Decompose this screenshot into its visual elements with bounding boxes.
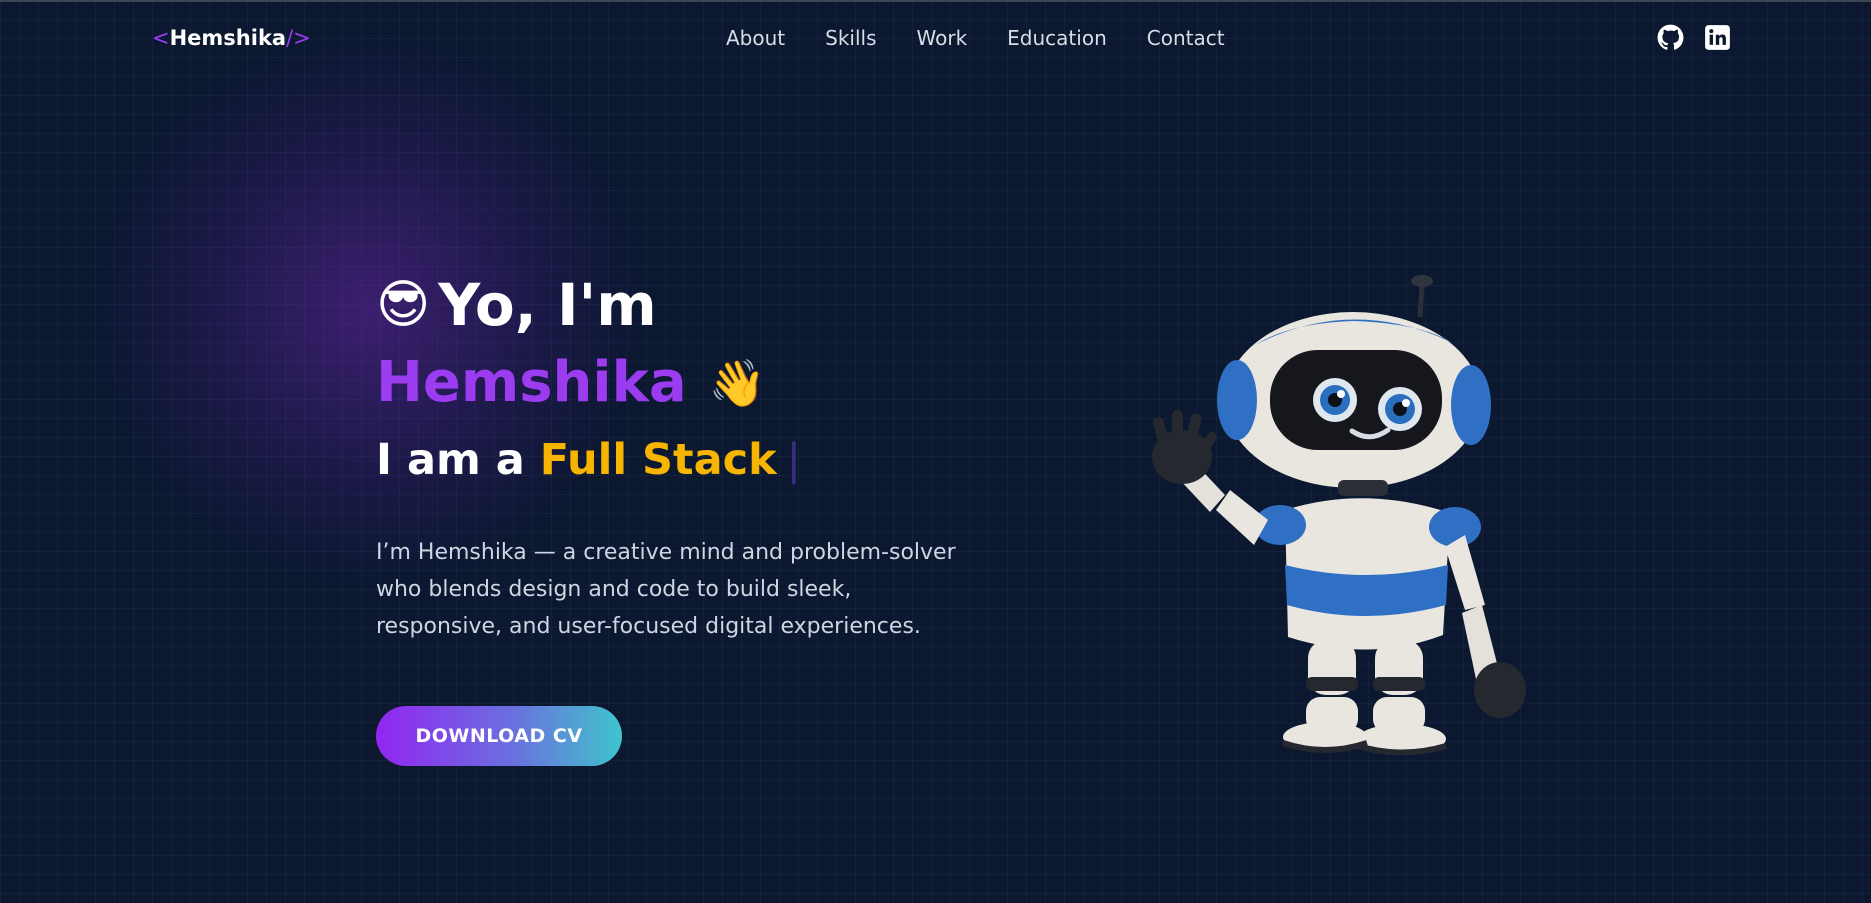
- hero-description: I’m Hemshika — a creative mind and probl…: [376, 540, 956, 639]
- top-nav: <Hemshika/> About Skills Work Education …: [0, 20, 1871, 56]
- hero-name: Hemshika 👋: [376, 346, 976, 420]
- hero-section: 😎 Yo, I'm Hemshika 👋 I am a Full Stack | …: [376, 268, 976, 667]
- social-links: [1657, 24, 1731, 51]
- hero-greeting: 😎 Yo, I'm: [376, 268, 976, 342]
- linkedin-icon[interactable]: [1704, 24, 1731, 51]
- role-prefix: I am a: [376, 435, 540, 485]
- sunglasses-emoji-icon: 😎: [376, 275, 431, 335]
- nav-menu: About Skills Work Education Contact: [726, 26, 1225, 50]
- top-border: [0, 0, 1871, 2]
- typing-cursor: |: [786, 435, 802, 485]
- nav-link-skills[interactable]: Skills: [825, 26, 876, 50]
- download-cv-button[interactable]: DOWNLOAD CV: [376, 706, 622, 766]
- name-text: Hemshika: [376, 350, 687, 415]
- site-logo[interactable]: <Hemshika/>: [152, 26, 311, 50]
- hero-role: I am a Full Stack |: [376, 430, 976, 490]
- nav-link-about[interactable]: About: [726, 26, 785, 50]
- robot-illustration: [1152, 275, 1526, 755]
- role-highlight: Full Stack: [539, 435, 777, 485]
- greeting-text: Yo, I'm: [438, 271, 657, 339]
- github-icon[interactable]: [1657, 24, 1684, 51]
- nav-link-education[interactable]: Education: [1007, 26, 1107, 50]
- nav-link-work[interactable]: Work: [917, 26, 968, 50]
- wave-emoji-icon: 👋: [708, 356, 766, 410]
- nav-link-contact[interactable]: Contact: [1147, 26, 1225, 50]
